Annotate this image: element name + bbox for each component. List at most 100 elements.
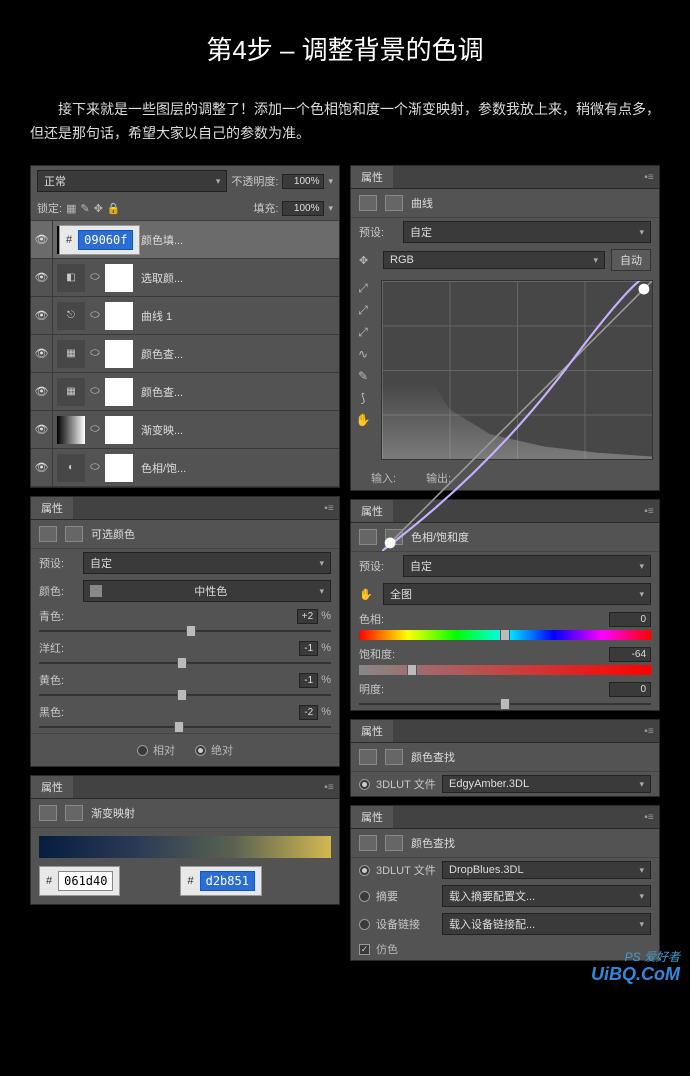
magenta-slider[interactable]: 洋红:-1 % xyxy=(31,637,339,669)
lut-file-dropdown[interactable]: EdgyAmber.3DL xyxy=(442,775,651,793)
relative-radio[interactable]: 相对 xyxy=(137,742,175,758)
mask-thumb[interactable] xyxy=(105,340,133,368)
panel-menu-icon[interactable]: ▪≡ xyxy=(319,497,339,519)
preset-dropdown[interactable]: 自定 xyxy=(83,552,331,574)
color-dropdown[interactable]: 中性色 xyxy=(83,580,331,602)
abstract-dropdown[interactable]: 载入摘要配置文... xyxy=(442,885,651,907)
adjustment-icon[interactable] xyxy=(359,749,377,765)
lock-position-icon[interactable]: ✥ xyxy=(94,202,103,215)
lut-file-radio[interactable] xyxy=(359,865,370,876)
properties-tab[interactable]: 属性 xyxy=(351,806,393,828)
mask-icon[interactable] xyxy=(65,526,83,542)
curves-graph[interactable] xyxy=(381,280,653,460)
range-dropdown[interactable]: 全图 xyxy=(383,583,651,605)
adjustment-icon[interactable] xyxy=(39,805,57,821)
device-link-dropdown[interactable]: 载入设备链接配... xyxy=(442,913,651,935)
properties-tab[interactable]: 属性 xyxy=(31,776,73,798)
lut-file-radio[interactable] xyxy=(359,779,370,790)
cyan-value[interactable]: +2 xyxy=(297,609,318,624)
visibility-icon[interactable]: 👁 xyxy=(31,335,53,372)
opacity-input[interactable]: 100% xyxy=(282,174,324,189)
hex-input[interactable]: 09060f xyxy=(78,230,133,250)
link-icon[interactable]: ⬭ xyxy=(89,309,101,322)
channel-dropdown[interactable]: RGB xyxy=(383,251,605,269)
visibility-icon[interactable]: 👁 xyxy=(31,221,53,258)
mask-thumb[interactable] xyxy=(105,378,133,406)
chevron-down-icon[interactable]: ▾ xyxy=(328,203,333,214)
panel-menu-icon[interactable]: ▪≡ xyxy=(319,776,339,798)
panel-menu-icon[interactable]: ▪≡ xyxy=(639,720,659,742)
hex-input-2[interactable]: d2b851 xyxy=(200,871,255,891)
layer-row[interactable]: 👁◐⬭色相/饱... xyxy=(31,449,339,487)
chevron-down-icon[interactable]: ▾ xyxy=(328,176,333,187)
hand-icon[interactable]: ✋ xyxy=(359,588,377,601)
visibility-icon[interactable]: 👁 xyxy=(31,411,53,448)
lut-file-dropdown[interactable]: DropBlues.3DL xyxy=(442,861,651,879)
lock-all-icon[interactable]: 🔒 xyxy=(107,202,121,215)
mask-thumb[interactable] xyxy=(105,264,133,292)
lock-transparency-icon[interactable]: ▦ xyxy=(66,202,76,215)
smooth-icon[interactable]: ⟆ xyxy=(355,390,371,406)
adjustment-icon[interactable] xyxy=(359,835,377,851)
eyedropper-plus-icon[interactable]: ⤢ xyxy=(355,302,371,318)
panel-menu-icon[interactable]: ▪≡ xyxy=(639,806,659,828)
pencil-icon[interactable]: ✎ xyxy=(355,368,371,384)
curve-point-icon[interactable]: ∿ xyxy=(355,346,371,362)
properties-tab[interactable]: 属性 xyxy=(31,497,73,519)
visibility-icon[interactable]: 👁 xyxy=(31,373,53,410)
mask-icon[interactable] xyxy=(385,835,403,851)
mask-thumb[interactable] xyxy=(105,416,133,444)
adjustment-icon[interactable] xyxy=(39,526,57,542)
lock-brush-icon[interactable]: ✎ xyxy=(80,202,89,215)
abstract-radio[interactable] xyxy=(359,891,370,902)
hue-slider[interactable]: 色相:0 xyxy=(351,608,659,643)
mask-icon[interactable] xyxy=(385,749,403,765)
auto-button[interactable]: 自动 xyxy=(611,249,651,271)
layer-row[interactable]: 👁◧⬭选取颜... xyxy=(31,259,339,297)
link-icon[interactable]: ⬭ xyxy=(89,271,101,284)
hand-icon[interactable]: ✋ xyxy=(355,412,371,428)
layer-row[interactable]: 👁⬭渐变映... xyxy=(31,411,339,449)
adjustment-icon[interactable] xyxy=(359,529,377,545)
blend-mode-dropdown[interactable]: 正常 xyxy=(37,170,227,192)
visibility-icon[interactable]: 👁 xyxy=(31,259,53,296)
yellow-value[interactable]: -1 xyxy=(299,673,318,688)
magenta-value[interactable]: -1 xyxy=(299,641,318,656)
saturation-slider[interactable]: 饱和度:-64 xyxy=(351,643,659,678)
lightness-slider[interactable]: 明度:0 xyxy=(351,678,659,710)
device-link-radio[interactable] xyxy=(359,919,370,930)
layer-row[interactable]: 👁⎋⬭曲线 1 xyxy=(31,297,339,335)
hex-input-1[interactable]: 061d40 xyxy=(58,871,113,891)
link-icon[interactable]: ⬭ xyxy=(89,347,101,360)
visibility-icon[interactable]: 👁 xyxy=(31,297,53,334)
visibility-icon[interactable]: 👁 xyxy=(31,449,53,486)
eyedropper-minus-icon[interactable]: ⤢ xyxy=(355,324,371,340)
sat-value[interactable]: -64 xyxy=(609,647,651,662)
yellow-slider[interactable]: 黄色:-1 % xyxy=(31,669,339,701)
panel-menu-icon[interactable]: ▪≡ xyxy=(639,166,659,188)
link-icon[interactable]: ⬭ xyxy=(89,423,101,436)
dither-checkbox[interactable]: ✓ xyxy=(359,944,370,955)
gradient-bar[interactable] xyxy=(39,836,331,858)
sampler-icon[interactable]: ✥ xyxy=(359,254,377,267)
absolute-radio[interactable]: 绝对 xyxy=(195,742,233,758)
preset-dropdown[interactable]: 自定 xyxy=(403,555,651,577)
hue-value[interactable]: 0 xyxy=(609,612,651,627)
link-icon[interactable]: ⬭ xyxy=(89,385,101,398)
layer-row[interactable]: 👁▦⬭颜色查... xyxy=(31,335,339,373)
cyan-slider[interactable]: 青色:+2 % xyxy=(31,605,339,637)
preset-dropdown[interactable]: 自定 xyxy=(403,221,651,243)
properties-tab[interactable]: 属性 xyxy=(351,166,393,188)
properties-tab[interactable]: 属性 xyxy=(351,720,393,742)
fill-input[interactable]: 100% xyxy=(282,201,324,216)
layer-row[interactable]: 👁▦⬭颜色查... xyxy=(31,373,339,411)
mask-thumb[interactable] xyxy=(105,302,133,330)
mask-icon[interactable] xyxy=(65,805,83,821)
eyedropper-icon[interactable]: ⤢ xyxy=(355,280,371,296)
black-value[interactable]: -2 xyxy=(299,705,318,720)
black-slider[interactable]: 黑色:-2 % xyxy=(31,701,339,733)
mask-icon[interactable] xyxy=(385,195,403,211)
adjustment-icon[interactable] xyxy=(359,195,377,211)
light-value[interactable]: 0 xyxy=(609,682,651,697)
mask-thumb[interactable] xyxy=(105,454,133,482)
